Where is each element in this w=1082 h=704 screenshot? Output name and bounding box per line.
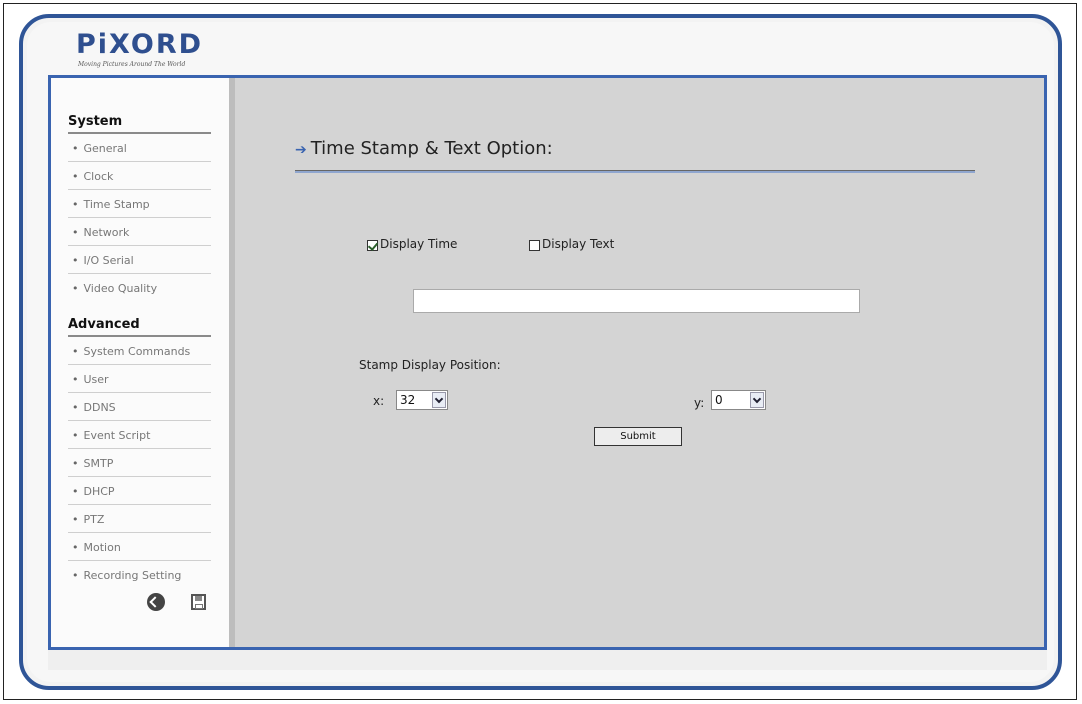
logo-tagline: Moving Pictures Around The World: [78, 61, 186, 68]
sidebar: System • General • Clock • Time Stamp • Netw…: [51, 78, 235, 647]
title-divider: [295, 170, 975, 173]
floppy-disk-icon[interactable]: [191, 594, 206, 610]
sidebar-item-network[interactable]: • Network: [68, 218, 211, 246]
y-select-value: 0: [715, 393, 723, 407]
sidebar-item-clock[interactable]: • Clock: [68, 162, 211, 190]
display-text-label: Display Text: [542, 237, 615, 251]
y-label: y:: [694, 396, 705, 410]
page-title-text: Time Stamp & Text Option:: [310, 138, 553, 159]
page-title: ➔ Time Stamp & Text Option:: [295, 138, 553, 159]
sidebar-item-label: DDNS: [83, 401, 116, 414]
display-text-checkbox[interactable]: [529, 240, 540, 251]
display-time-label: Display Time: [380, 237, 458, 251]
sidebar-item-label: Video Quality: [83, 282, 158, 295]
sidebar-item-smtp[interactable]: • SMTP: [68, 449, 211, 477]
sidebar-item-label: Motion: [83, 541, 121, 554]
sidebar-item-general[interactable]: • General: [68, 134, 211, 162]
sidebar-item-label: DHCP: [83, 485, 115, 498]
back-arrow-icon[interactable]: [147, 593, 165, 611]
pixord-logo: PiXORD: [76, 29, 204, 60]
footer-band: [48, 650, 1047, 670]
sidebar-item-label: I/O Serial: [83, 254, 134, 267]
sidebar-item-label: Clock: [83, 170, 114, 183]
x-select-value: 32: [400, 393, 416, 407]
sidebar-item-label: User: [83, 373, 109, 386]
sidebar-item-time-stamp[interactable]: • Time Stamp: [68, 190, 211, 218]
sidebar-item-label: Network: [83, 226, 130, 239]
display-text-input[interactable]: [413, 289, 860, 313]
system-section-title: System: [68, 114, 123, 129]
sidebar-item-motion[interactable]: • Motion: [68, 533, 211, 561]
sidebar-item-video-quality[interactable]: • Video Quality: [68, 274, 211, 302]
sidebar-item-label: System Commands: [83, 345, 191, 358]
chevron-down-icon: [750, 392, 764, 408]
x-label: x:: [373, 394, 385, 408]
sidebar-item-label: Time Stamp: [83, 198, 150, 211]
main-panel: System • General • Clock • Time Stamp • Netw…: [48, 75, 1047, 650]
stamp-position-label: Stamp Display Position:: [359, 358, 501, 372]
x-position-select[interactable]: 32: [396, 390, 448, 410]
chevron-down-icon: [432, 392, 446, 408]
advanced-section-title: Advanced: [68, 317, 140, 332]
sidebar-item-ddns[interactable]: • DDNS: [68, 393, 211, 421]
sidebar-item-event-script[interactable]: • Event Script: [68, 421, 211, 449]
sidebar-item-label: Event Script: [83, 429, 151, 442]
y-position-select[interactable]: 0: [711, 390, 766, 410]
sidebar-item-label: Recording Setting: [83, 569, 182, 582]
sidebar-item-dhcp[interactable]: • DHCP: [68, 477, 211, 505]
sidebar-item-label: PTZ: [83, 513, 105, 526]
arrow-right-icon: ➔: [295, 142, 307, 158]
sidebar-item-ptz[interactable]: • PTZ: [68, 505, 211, 533]
sidebar-item-system-commands[interactable]: • System Commands: [68, 337, 211, 365]
display-time-checkbox[interactable]: [367, 240, 378, 251]
submit-button[interactable]: Submit: [594, 427, 682, 446]
sidebar-item-label: General: [83, 142, 127, 155]
sidebar-item-io-serial[interactable]: • I/O Serial: [68, 246, 211, 274]
sidebar-item-user[interactable]: • User: [68, 365, 211, 393]
sidebar-item-recording-setting[interactable]: • Recording Setting: [68, 561, 211, 589]
sidebar-item-label: SMTP: [83, 457, 114, 470]
